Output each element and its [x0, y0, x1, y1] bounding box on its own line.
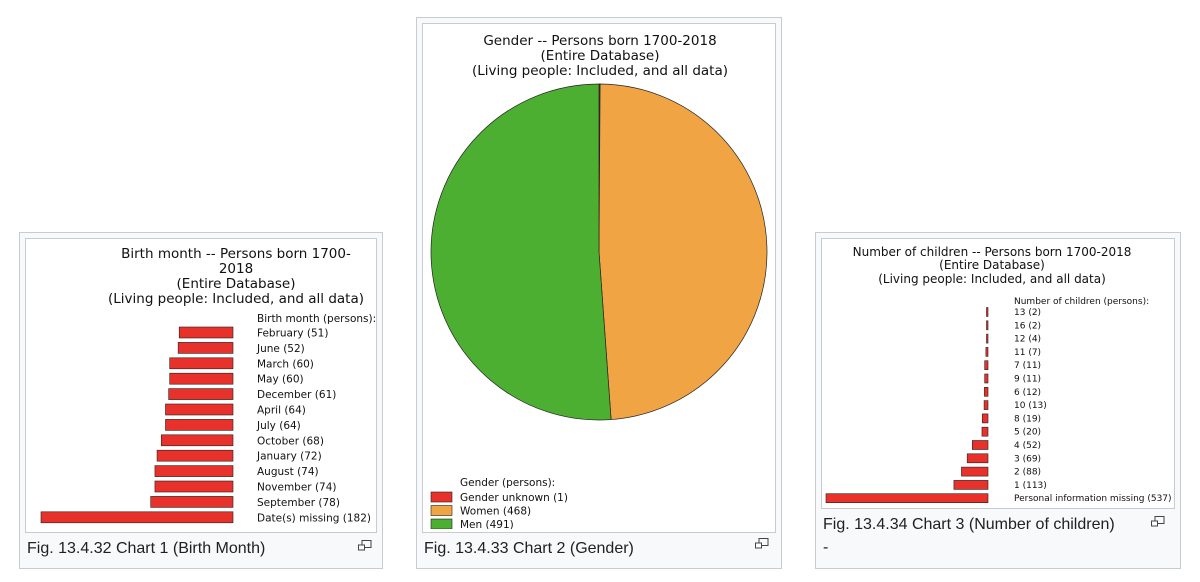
bar [40, 511, 234, 524]
bar [981, 413, 989, 424]
bar-label: November (74) [257, 482, 337, 494]
bar-label: May (60) [257, 374, 304, 386]
bar [983, 400, 989, 410]
bar-label: September (78) [257, 497, 340, 509]
chart-frame: Gender -- Persons born 1700-2018 (Entire… [422, 23, 776, 533]
bar [165, 403, 234, 416]
bar-label: 11 (7) [1014, 348, 1041, 358]
bar-label: 3 (69) [1014, 454, 1041, 464]
bar [984, 387, 989, 397]
bar [165, 419, 234, 431]
bar-label: January (72) [256, 451, 322, 463]
pie-slice [598, 83, 768, 420]
bar [961, 466, 989, 477]
bar [154, 480, 234, 493]
legend-title: Gender (persons): [460, 477, 555, 489]
bar [986, 307, 989, 317]
enlarge-icon[interactable] [755, 538, 769, 550]
bar [160, 434, 234, 447]
number-of-children-chart: Number of children (persons): 13 (2) 16 (… [825, 297, 1172, 504]
bar [154, 465, 234, 477]
chart-title-block: Birth month -- Persons born 1700-2018 (E… [106, 246, 366, 308]
bar-label: 5 (20) [1014, 428, 1041, 438]
chart-title: Birth month -- Persons born 1700-2018 [121, 246, 351, 278]
bar-label: 8 (19) [1014, 414, 1041, 424]
bar [177, 342, 234, 354]
chart-title-block: Number of children -- Persons born 1700-… [822, 245, 1162, 286]
bar-label: October (68) [257, 435, 324, 447]
bar [178, 326, 234, 339]
enlarge-icon[interactable] [1151, 516, 1165, 528]
bar-label: February (51) [257, 328, 328, 340]
bar [984, 360, 989, 370]
figure-number-of-children: Number of children -- Persons born 1700-… [815, 232, 1181, 569]
bar [169, 372, 234, 385]
legend-label: Gender unknown (1) [460, 492, 568, 504]
chart-title: Number of children -- Persons born 1700-… [852, 245, 1132, 259]
figure-caption: Fig. 13.4.34 Chart 3 (Number of children… [823, 516, 1115, 533]
bar-label: 13 (2) [1014, 308, 1041, 318]
bar-label: 4 (52) [1014, 441, 1041, 451]
bar-label: 10 (13) [1014, 401, 1047, 411]
legend-title: Birth month (persons): [257, 313, 376, 325]
bar-label: December (61) [257, 389, 336, 401]
figure-birth-month: Birth month -- Persons born 1700-2018 (E… [19, 232, 383, 569]
bar [986, 320, 989, 331]
bar-label: 12 (4) [1014, 335, 1041, 345]
bar-label: June (52) [256, 343, 305, 355]
chart-title: Gender -- Persons born 1700-2018 [483, 33, 717, 49]
bar [985, 347, 989, 357]
gender-chart: Gender (persons): Gender unknown (1) Wome… [430, 83, 768, 529]
chart-frame: Birth month -- Persons born 1700-2018 (E… [25, 238, 377, 533]
caption-extra: - [823, 539, 829, 556]
bar-label: March (60) [257, 358, 314, 370]
legend-swatch [430, 518, 453, 529]
bar [986, 333, 989, 344]
enlarge-icon[interactable] [358, 540, 372, 552]
legend-label: Women (468) [460, 506, 531, 518]
chart-subtitle-2: (Living people: Included, and all data) [878, 271, 1106, 286]
bar [953, 480, 989, 490]
bar-label: 9 (11) [1014, 375, 1041, 385]
bar-label: August (74) [257, 466, 319, 478]
figure-caption: Fig. 13.4.32 Chart 1 (Birth Month) [27, 540, 266, 557]
figure-gender: Gender -- Persons born 1700-2018 (Entire… [416, 17, 782, 569]
legend-swatch [430, 491, 453, 503]
pie-slice [430, 83, 612, 421]
chart-title-block: Gender -- Persons born 1700-2018 (Entire… [423, 33, 777, 79]
bar-label: 7 (11) [1014, 361, 1041, 371]
figure-caption: Fig. 13.4.33 Chart 2 (Gender) [424, 540, 634, 557]
bar [156, 449, 234, 462]
bar-label: July (64) [256, 420, 301, 432]
bar-label: April (64) [257, 405, 306, 417]
bar [825, 493, 989, 503]
bar [168, 388, 234, 400]
bar-label: 2 (88) [1014, 468, 1041, 478]
bar [984, 373, 989, 384]
bar [981, 426, 989, 437]
bar-label: Date(s) missing (182) [257, 512, 371, 524]
bar [150, 496, 234, 508]
legend-label: Men (491) [460, 519, 514, 529]
bar [169, 357, 234, 370]
bar-label: 16 (2) [1014, 321, 1041, 331]
birth-month-chart: Birth month (persons): February (51) June… [40, 313, 376, 524]
chart-subtitle: (Entire Database) [176, 276, 296, 293]
chart-subtitle: (Entire Database) [540, 48, 660, 65]
legend-title: Number of children (persons): [1014, 297, 1149, 307]
legend-swatch [430, 505, 453, 516]
bar-label: 1 (113) [1014, 481, 1047, 491]
bar [966, 453, 989, 464]
bar-label: Personal information missing (537) [1014, 494, 1172, 504]
bar-label: 6 (12) [1014, 388, 1041, 398]
chart-subtitle: (Entire Database) [939, 258, 1045, 273]
chart-frame: Number of children -- Persons born 1700-… [821, 238, 1175, 509]
bar [972, 440, 989, 450]
chart-subtitle-2: (Living people: Included, and all data) [107, 291, 365, 308]
